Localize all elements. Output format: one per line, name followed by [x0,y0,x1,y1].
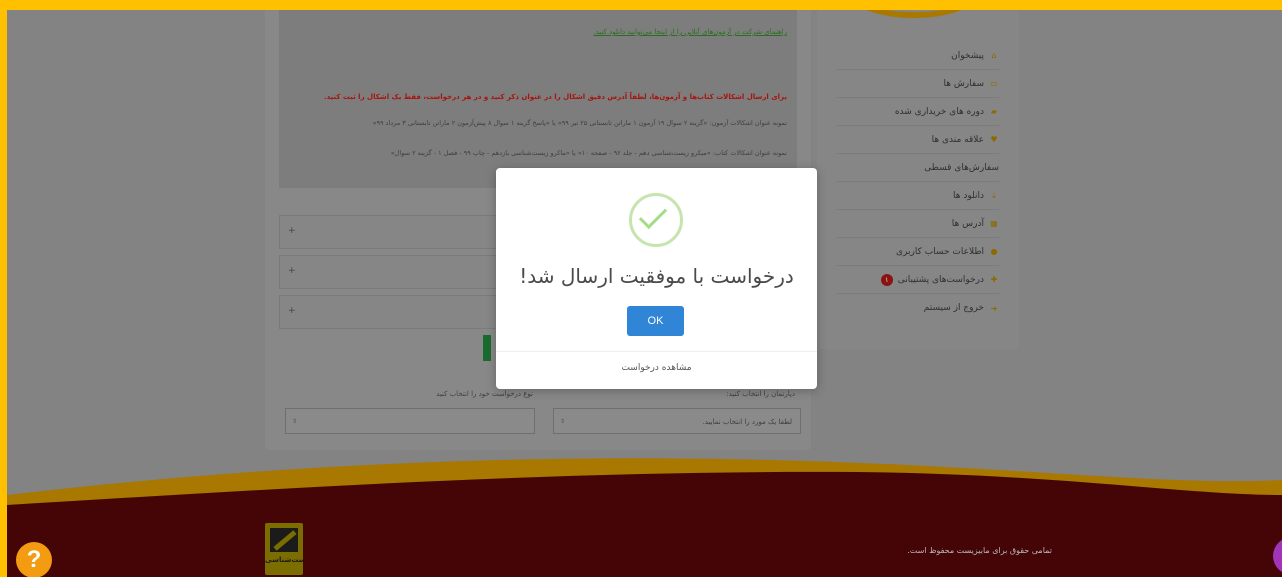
sidebar-item-label: خروج از سیستم [923,303,984,313]
download-icon: ⤓ [992,190,996,200]
logout-icon: ➜ [990,303,998,313]
logo-text: زیست‌شناسی [265,556,303,564]
account-sidebar: ⌂ پیشخوان ▭ سفارش ها ▰ دوره های خریداری … [817,10,1019,349]
sidebar-item-label: سفارش ها [943,78,984,89]
heart-icon: ♥ [990,135,998,144]
dialog-title: درخواست با موفقیت ارسال شد! [519,264,794,288]
select-chevron-icon: ⇕ [292,418,298,425]
success-dialog: درخواست با موفقیت ارسال شد! OK مشاهده در… [496,168,817,389]
department-select[interactable]: لطفا یک مورد را انتخاب نمایید. ⇕ [553,408,801,434]
copyright-text: تمامی حقوق برای مابیزیست محفوظ است. [907,546,1052,555]
department-selected-value: لطفا یک مورد را انتخاب نمایید. [702,418,792,426]
orders-icon: ▭ [990,79,998,88]
sidebar-item-downloads[interactable]: ⤓ دانلود ها [837,182,999,210]
home-icon: ⌂ [991,51,997,60]
brand-logo[interactable]: زیست‌شناسی [265,523,303,575]
sidebar-item-purchased-courses[interactable]: ▰ دوره های خریداری شده [837,98,999,126]
ok-button[interactable]: OK [627,306,684,336]
browser-viewport: راهنمای شرکت در آزمون‌های آنلاین را از ا… [7,10,1282,577]
sidebar-item-account-details[interactable]: ● اطلاعات حساب کاربری [837,238,999,266]
sidebar-item-logout[interactable]: ➜ خروج از سیستم [837,294,999,322]
user-icon: ● [990,247,998,256]
request-type-label: نوع درخواست خود را انتخاب کنید [436,390,533,398]
sidebar-item-orders[interactable]: ▭ سفارش ها [837,70,999,98]
help-button[interactable]: ? [16,542,52,577]
sidebar-item-installment-orders[interactable]: سفارش‌های قسطی [837,154,999,182]
sidebar-item-favorites[interactable]: ♥ علاقه مندی ها [837,126,999,154]
request-type-select[interactable]: ⇕ [285,408,535,434]
sidebar-item-label: سفارش‌های قسطی [924,162,999,173]
dialog-footer: مشاهده درخواست [496,351,817,389]
online-exam-guide-link[interactable]: راهنمای شرکت در آزمون‌های آنلاین را از ا… [593,28,787,36]
sidebar-item-label: پیشخوان [951,50,984,61]
plus-icon: + [288,306,296,316]
logo-mark-icon [270,528,298,552]
checkmark-icon [638,200,668,230]
instructions-box: راهنمای شرکت در آزمون‌های آنلاین را از ا… [279,10,797,188]
sidebar-item-label: علاقه مندی ها [931,134,984,145]
courses-icon: ▰ [990,107,998,116]
sidebar-item-label: درخواست‌های پشتیبانی [897,274,984,285]
success-check-icon [629,193,683,247]
sidebar-item-dashboard[interactable]: ⌂ پیشخوان [837,42,999,70]
sidebar-decoration [849,10,979,18]
view-request-link[interactable]: مشاهده درخواست [496,363,817,373]
plus-icon: + [288,266,296,276]
sidebar-item-support-tickets[interactable]: ✚ درخواست‌های پشتیبانی ۱ [837,266,999,294]
submit-button[interactable] [483,335,491,361]
sidebar-item-label: اطلاعات حساب کاربری [895,246,984,257]
site-footer: تمامی حقوق برای مابیزیست محفوظ است. زیست… [7,510,1282,577]
sidebar-item-addresses[interactable]: ▦ آدرس ها [837,210,999,238]
notification-badge: ۱ [880,273,893,286]
warning-text: برای ارسال اشکالات کتاب‌ها و آزمون‌ها، ل… [323,93,787,101]
support-icon: ✚ [990,275,998,284]
book-example-text: نمونه عنوان اشکالات کتاب: «میکرو زیست‌شن… [390,149,787,157]
sidebar-item-label: دوره های خریداری شده [894,106,984,117]
plus-icon: + [288,226,296,236]
map-icon: ▦ [990,219,998,228]
exam-example-text: نمونه عنوان اشکالات آزمون: «گزینه ۲ سوال… [372,119,787,127]
sidebar-item-label: دانلود ها [953,190,984,201]
select-chevron-icon: ⇕ [560,418,566,425]
sidebar-item-label: آدرس ها [951,218,984,229]
department-label: دپارتمان را انتخاب کنید: [726,390,795,398]
